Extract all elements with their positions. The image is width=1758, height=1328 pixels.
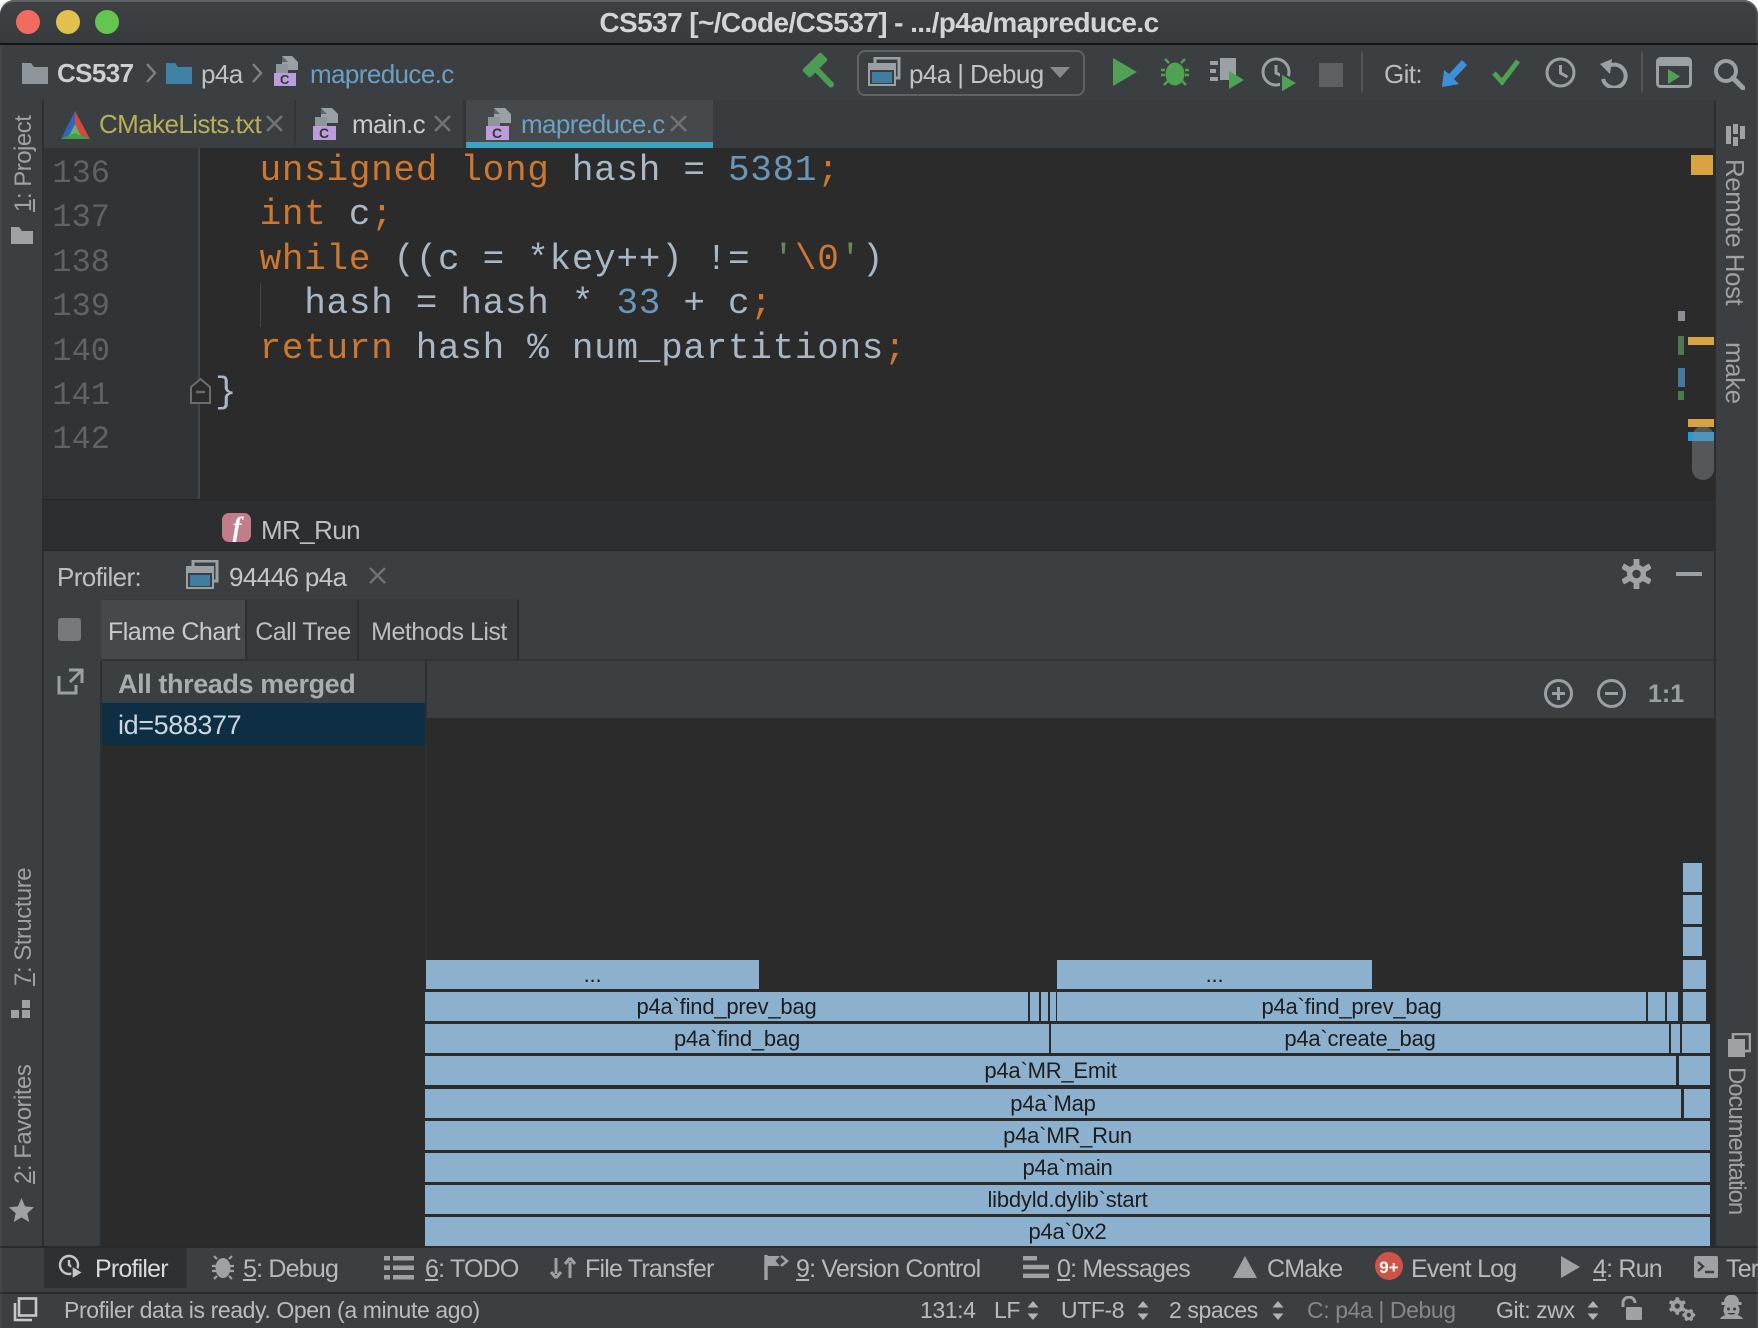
svg-text:C: C: [280, 72, 290, 87]
svg-text:C: C: [319, 125, 329, 141]
svg-text:C: C: [492, 125, 502, 141]
